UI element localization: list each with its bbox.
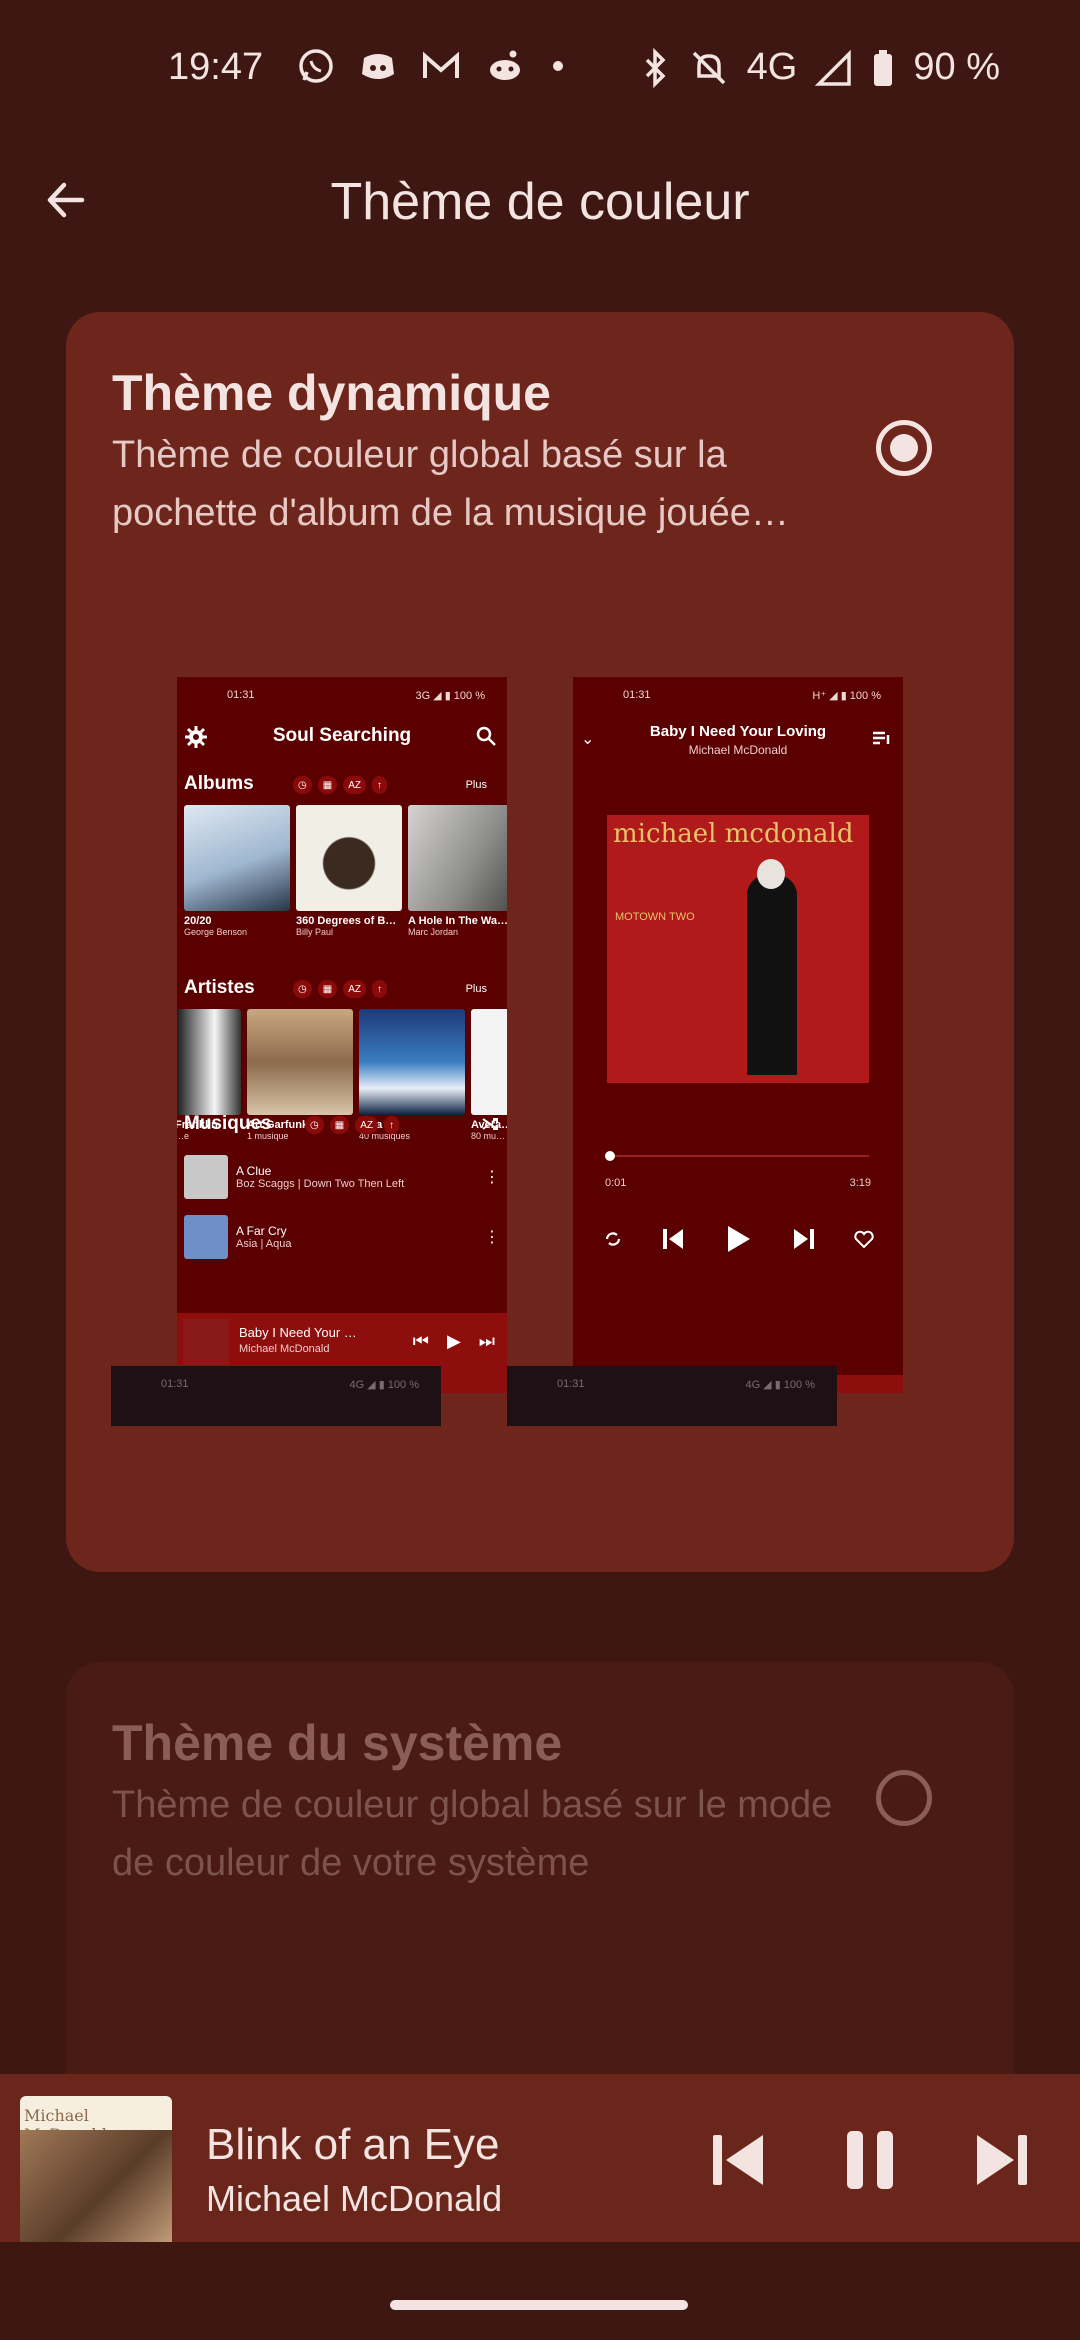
sort-chip: ▦ (329, 1116, 350, 1134)
more-vert-icon: ⋮ (484, 1169, 500, 1186)
cover-figure (747, 875, 797, 1075)
artist-photo (177, 1009, 241, 1115)
mini-player[interactable]: Michael McDonald Blink of an Eye Michael… (0, 2074, 1080, 2248)
sort-chip: ↑ (383, 1116, 399, 1134)
album-art[interactable]: Michael McDonald (20, 2096, 172, 2248)
more-link: Plus (465, 983, 487, 995)
radio-system[interactable] (876, 1770, 932, 1826)
system-navigation-bar (0, 2242, 1080, 2340)
skip-next-icon (793, 1229, 814, 1249)
player-preview: 01:31 H⁺ ◢ ▮ 100 % ⌄ Baby I Need Your Lo… (573, 677, 903, 1393)
preview-albums-heading: Albums (184, 773, 254, 794)
status-bar: 19:47 4G 90 % (0, 0, 1080, 140)
album-art (408, 805, 507, 911)
previous-icon: ⏮ (412, 1331, 429, 1351)
status-time: 19:47 (168, 46, 264, 88)
skip-previous-icon (713, 2135, 763, 2185)
whatsapp-icon (299, 49, 333, 83)
library-preview: 01:31 3G ◢ ▮ 100 % Soul Searching Albums… (177, 677, 507, 1393)
radio-selected-dot (890, 434, 918, 462)
artist-photo (359, 1009, 465, 1115)
sort-chip: AZ (355, 1116, 378, 1134)
preview-time: 01:31 (623, 689, 651, 701)
option-title: Thème dynamique (112, 365, 551, 421)
preview-status-right: H⁺ ◢ ▮ 100 % (812, 690, 881, 702)
time-total: 3:19 (849, 1177, 871, 1189)
artist-photo (247, 1009, 353, 1115)
dot-icon (553, 61, 563, 71)
previous-button[interactable] (702, 2124, 774, 2196)
next-button[interactable] (966, 2124, 1038, 2196)
radio-dynamic[interactable] (876, 420, 932, 476)
battery-icon (874, 49, 893, 86)
battery-percent: 90 % (913, 46, 1000, 88)
song-art (184, 1215, 228, 1259)
system-library-preview: 01:31 4G ◢ ▮ 100 % (111, 1366, 441, 1426)
play-icon: ▶ (446, 1331, 461, 1351)
system-player-preview: 01:31 4G ◢ ▮ 100 % (507, 1366, 837, 1426)
mini-art (183, 1319, 229, 1365)
play-icon (728, 1226, 750, 1252)
heart-icon (854, 1230, 874, 1249)
discord-icon (362, 54, 394, 79)
sort-chip: ◷ (293, 980, 312, 998)
more-vert-icon: ⋮ (484, 1229, 500, 1246)
option-title: Thème du système (112, 1715, 563, 1771)
home-indicator[interactable] (390, 2300, 688, 2310)
mute-icon (692, 51, 725, 84)
skip-next-icon (977, 2135, 1027, 2185)
album-card: 360 Degrees of B… Billy Paul (296, 805, 402, 937)
preview-songs-heading: Musiques (184, 1113, 272, 1134)
song-row: A Clue Boz Scaggs | Down Two Then Left ⋮ (184, 1153, 500, 1201)
sort-chip: AZ (343, 776, 366, 794)
queue-icon (873, 731, 890, 745)
search-icon (476, 726, 496, 746)
signal-icon (815, 49, 852, 86)
preview-app-title: Soul Searching (272, 725, 412, 746)
page-title: Thème de couleur (330, 173, 750, 231)
next-icon: ⏭ (478, 1331, 495, 1351)
album-cover: michael mcdonald MOTOWN TWO (607, 815, 869, 1083)
song-row: A Far Cry Asia | Aqua ⋮ (184, 1213, 500, 1261)
more-link: Plus (465, 779, 487, 791)
seek-bar[interactable] (605, 1151, 869, 1161)
preview-status-right: 3G ◢ ▮ 100 % (415, 690, 485, 702)
time-elapsed: 0:01 (605, 1177, 627, 1189)
album-card: 20/20 George Benson (184, 805, 290, 937)
sort-chip: ◷ (293, 776, 312, 794)
seek-thumb[interactable] (605, 1151, 615, 1161)
now-playing-artist: Michael McDonald (688, 743, 788, 757)
track-artist: Michael McDonald (206, 2178, 503, 2219)
sort-chip: ▦ (317, 776, 338, 794)
preview-artists-heading: Artistes (184, 977, 255, 998)
skip-previous-icon (662, 1229, 683, 1249)
pause-icon (847, 2131, 893, 2189)
track-title: Blink of an Eye (206, 2120, 500, 2169)
album-card: A Hole In The Wa… Marc Jordan (408, 805, 507, 937)
reddit-icon (490, 50, 520, 80)
option-description: Thème de couleur global basé sur la poch… (112, 434, 789, 534)
song-art (184, 1155, 228, 1199)
option-description: Thème de couleur global basé sur le mode… (112, 1784, 833, 1884)
sort-chip: ↑ (371, 776, 387, 794)
sort-chip: ◷ (305, 1116, 324, 1134)
sort-chip: ▦ (317, 980, 338, 998)
sort-chip: AZ (343, 980, 366, 998)
gmail-icon (423, 51, 459, 78)
now-playing-title: Baby I Need Your Loving (649, 723, 827, 740)
pause-button[interactable] (834, 2124, 906, 2196)
artist-photo (471, 1009, 507, 1115)
shuffle-icon (482, 1118, 498, 1130)
preview-time: 01:31 (227, 689, 255, 701)
network-type: 4G (746, 46, 798, 88)
sort-chip: ↑ (371, 980, 387, 998)
album-art (184, 805, 290, 911)
album-art (296, 805, 402, 911)
bluetooth-icon (645, 47, 666, 88)
repeat-icon (605, 1232, 621, 1246)
